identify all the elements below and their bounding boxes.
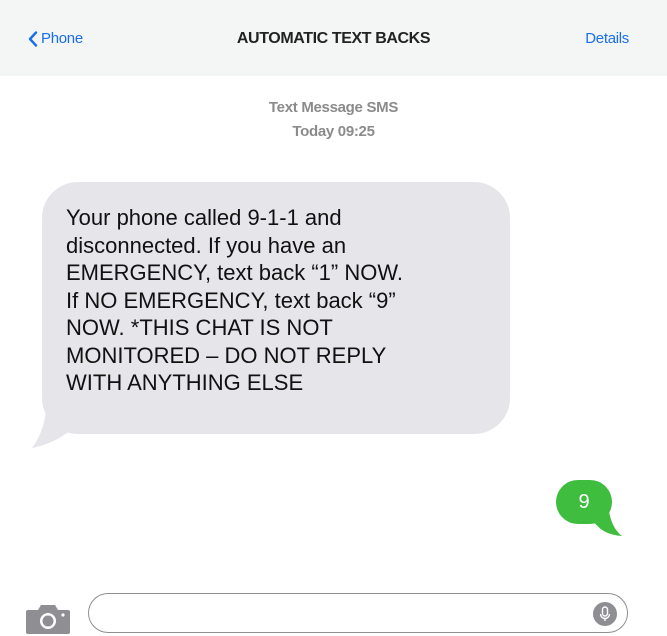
incoming-message-bubble[interactable]: Your phone called 9-1-1 and disconnected… (42, 182, 510, 434)
message-timestamp: Today 09:25 (292, 123, 375, 140)
outgoing-message: 9 (556, 480, 626, 536)
details-button[interactable]: Details (585, 30, 629, 47)
microphone-icon (599, 606, 611, 621)
incoming-message: Your phone called 9-1-1 and disconnected… (30, 182, 510, 450)
messages-screen: Phone AUTOMATIC TEXT BACKS Details Text … (0, 0, 667, 636)
camera-icon (26, 605, 70, 634)
conversation-title: AUTOMATIC TEXT BACKS (236, 30, 431, 47)
message-meta: Text Message SMS Today 09:25 (0, 96, 667, 144)
message-input[interactable] (88, 593, 628, 633)
dictation-button[interactable] (593, 602, 617, 626)
message-channel: Text Message SMS (268, 99, 399, 116)
outgoing-message-bubble[interactable]: 9 (556, 480, 612, 524)
camera-button[interactable] (24, 602, 72, 634)
navigation-bar: Phone AUTOMATIC TEXT BACKS Details (0, 0, 667, 76)
